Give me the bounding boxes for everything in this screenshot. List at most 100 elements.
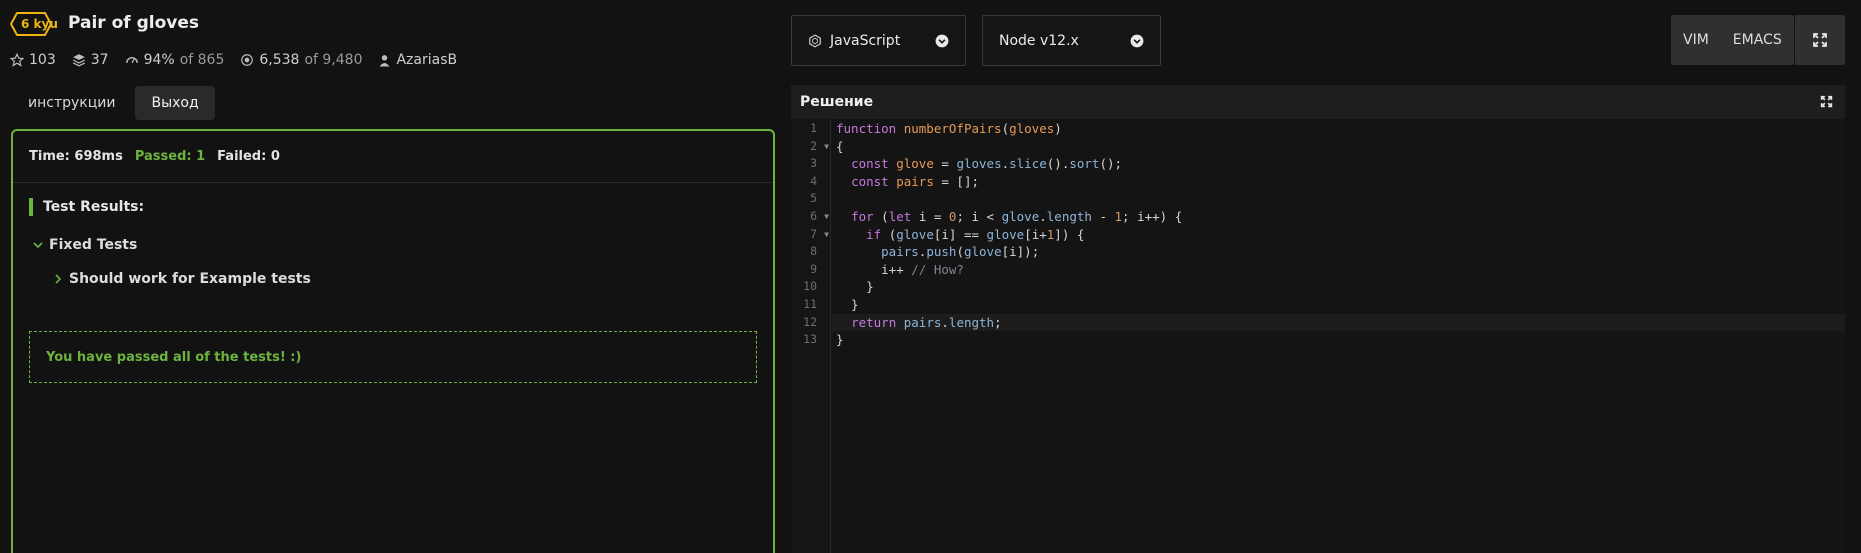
code-editor[interactable]: 1 2 ▼ 3 4 5 6 ▼ 7 ▼ 8 9 10 11 12 13 function numberOfPa… <box>791 119 1845 553</box>
code-token: - <box>1091 209 1115 224</box>
fold-toggle-icon[interactable]: ▼ <box>824 226 829 244</box>
kata-title[interactable]: Pair of gloves <box>68 13 199 33</box>
passed-count: Passed: 1 <box>134 149 206 164</box>
line-number-text: 8 <box>810 244 817 259</box>
fixed-tests-group[interactable]: Fixed Tests <box>33 237 137 253</box>
code-line[interactable]: const pairs = []; <box>836 173 979 191</box>
line-number-text: 5 <box>810 191 817 206</box>
chevron-right-icon <box>55 274 62 284</box>
results-accent-bar <box>29 198 33 216</box>
line-number-text: 13 <box>803 332 817 347</box>
author-stat[interactable]: AzariasB <box>378 52 457 68</box>
line-number-text: 6 <box>810 209 817 223</box>
target-icon <box>241 54 254 66</box>
code-token: (); <box>1099 156 1123 172</box>
code-token: [i+ <box>1024 226 1047 242</box>
line-number-text: 1 <box>810 121 817 135</box>
code-token: glove <box>963 244 1002 260</box>
code-token: i++ <box>836 261 912 277</box>
emacs-mode-button[interactable]: EMACS <box>1721 15 1794 65</box>
example-test-item[interactable]: Should work for Example tests <box>53 271 311 287</box>
code-line[interactable]: if (glove[i] == glove[i+1]) { <box>836 226 1084 244</box>
line-number: 4 <box>791 173 831 191</box>
code-line[interactable]: return pairs.length; <box>832 313 1845 332</box>
code-token: length <box>1046 209 1092 224</box>
code-line[interactable]: pairs.push(glove[i]); <box>836 243 1039 261</box>
chevron-down-circle-icon <box>1130 34 1144 47</box>
line-number-text: 12 <box>803 314 817 329</box>
code-token: . <box>941 314 949 330</box>
star-icon <box>10 53 24 67</box>
satisfaction-rate: 94% <box>143 52 175 68</box>
code-line[interactable]: i++ // How? <box>836 261 964 279</box>
runtime-select[interactable]: Node v12.x <box>982 15 1161 66</box>
code-line[interactable]: { <box>836 138 844 156</box>
pass-message-box: You have passed all of the tests! :) <box>29 331 757 383</box>
line-number: 1 <box>791 120 831 138</box>
code-token: } <box>836 332 844 348</box>
code-line[interactable]: } <box>836 331 844 349</box>
line-number: 9 <box>791 261 831 279</box>
vim-mode-button[interactable]: VIM <box>1671 15 1721 65</box>
code-token: const <box>851 156 897 172</box>
fold-toggle-icon[interactable]: ▼ <box>824 138 829 156</box>
stars-stat[interactable]: 103 <box>10 52 56 68</box>
language-select[interactable]: JavaScript <box>791 15 966 66</box>
code-token: for <box>851 209 882 224</box>
fullscreen-button[interactable] <box>1795 15 1845 65</box>
failed-count: Failed: 0 <box>217 149 280 164</box>
fold-toggle-icon[interactable]: ▼ <box>824 208 829 226</box>
line-number: 10 <box>791 278 831 296</box>
line-number: 5 <box>791 190 831 208</box>
chevron-down-circle-icon <box>935 34 949 47</box>
code-token: function <box>836 121 904 136</box>
line-number-text: 10 <box>803 279 817 294</box>
code-token: [i] == <box>933 226 987 242</box>
code-line[interactable]: } <box>836 278 874 296</box>
collections-stat: 37 <box>72 52 109 68</box>
code-line[interactable]: } <box>836 296 859 314</box>
code-token: 1 <box>1114 209 1123 224</box>
satisfaction-votes: of 865 <box>179 52 225 68</box>
author-name[interactable]: AzariasB <box>396 52 457 68</box>
code-token: ; i++) { <box>1122 209 1183 224</box>
code-token: // How? <box>911 261 964 277</box>
code-token: = <box>933 156 957 172</box>
output-summary: Time: 698ms Passed: 1 Failed: 0 <box>13 131 773 183</box>
keybinding-mode-group: VIM EMACS <box>1671 15 1794 65</box>
runtime-label: Node v12.x <box>999 32 1079 49</box>
code-token: if <box>866 226 889 242</box>
line-number-text: 2 <box>810 138 817 153</box>
code-token: pairs <box>881 244 919 260</box>
language-label: JavaScript <box>830 32 901 49</box>
fixed-tests-label: Fixed Tests <box>49 237 138 253</box>
test-results-heading: Test Results: <box>29 198 144 216</box>
code-line[interactable]: const glove = gloves.slice().sort(); <box>836 155 1122 173</box>
line-number-text: 3 <box>810 156 817 171</box>
line-number-text: 7 <box>810 226 817 241</box>
code-token: } <box>836 297 859 312</box>
user-icon <box>380 54 390 66</box>
editor-expand-icon[interactable] <box>1820 95 1833 108</box>
gauge-icon <box>125 57 138 64</box>
rank-badge: 6 kyu <box>10 12 69 36</box>
code-line[interactable]: function numberOfPairs(gloves) <box>836 120 1062 138</box>
tab-instructions[interactable]: инструкции <box>12 86 131 120</box>
completed-count: 6,538 <box>259 52 300 68</box>
left-tabs: инструкции Выход <box>12 86 215 120</box>
rank-label: 6 kyu <box>21 17 58 31</box>
line-number: 7 ▼ <box>791 226 831 244</box>
run-time: Time: 698ms <box>29 149 123 164</box>
code-token: gloves <box>956 156 1002 172</box>
layers-icon <box>72 54 85 67</box>
output-panel: Time: 698ms Passed: 1 Failed: 0 Test Res… <box>11 129 775 553</box>
code-token: glove <box>986 226 1025 242</box>
code-token: ; <box>994 314 1002 330</box>
tab-output[interactable]: Выход <box>135 86 215 120</box>
line-number-text: 4 <box>810 173 817 188</box>
code-line[interactable]: for (let i = 0; i < glove.length - 1; i+… <box>836 208 1182 226</box>
code-token: (). <box>1046 156 1070 172</box>
javascript-icon <box>809 33 821 48</box>
